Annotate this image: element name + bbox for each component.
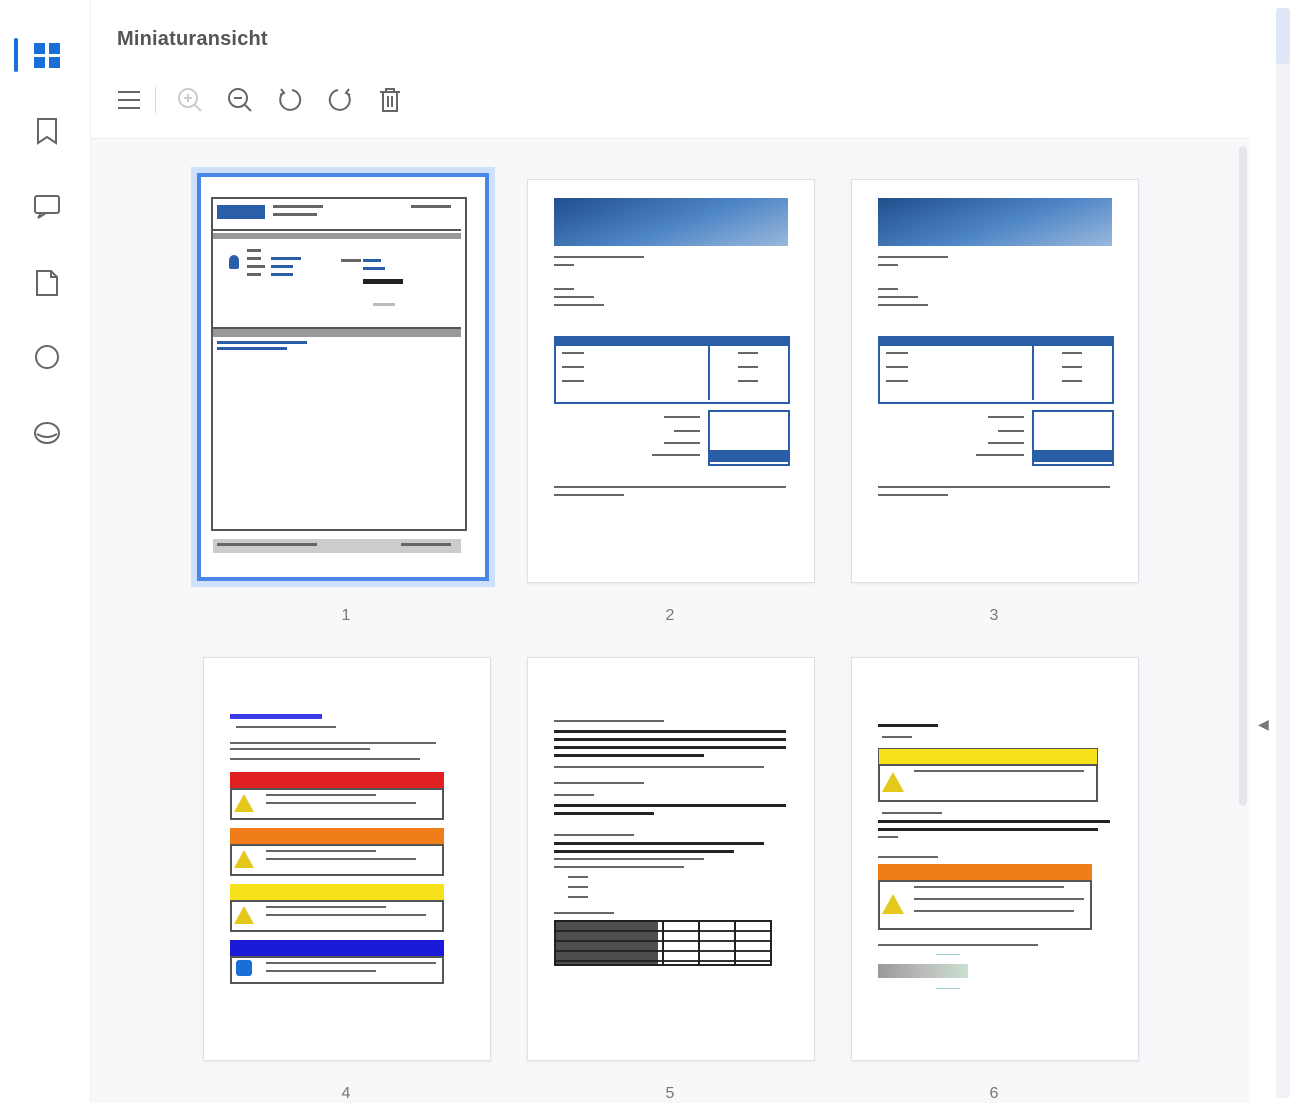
sidebar-rail (0, 0, 90, 1102)
bookmark-icon[interactable] (28, 112, 66, 150)
logo-block (217, 205, 265, 219)
thumbnails-icon[interactable] (14, 36, 66, 74)
rotate-left-icon[interactable] (272, 82, 308, 118)
comment-icon[interactable] (28, 188, 66, 226)
page-number: 5 (665, 1085, 675, 1102)
signature-icon[interactable] (28, 414, 66, 452)
layers-icon[interactable] (28, 338, 66, 376)
warning-icon (234, 906, 254, 924)
collapse-panel-icon[interactable]: ◀ (1258, 716, 1269, 733)
warning-icon (234, 850, 254, 868)
notice-banner (230, 940, 444, 956)
page-number: 4 (341, 1085, 351, 1102)
page-preview (203, 657, 491, 1061)
page-preview (527, 179, 815, 583)
header-banner (878, 198, 1112, 246)
warning-icon (234, 794, 254, 812)
page-number: 6 (989, 1085, 999, 1102)
form-frame (211, 197, 467, 531)
grid-scrollbar[interactable] (1239, 146, 1247, 806)
scrollbar-thumb[interactable] (1276, 8, 1290, 64)
panel-scrollbar[interactable] (1276, 8, 1290, 1098)
warning-banner (878, 864, 1092, 880)
table (554, 336, 790, 404)
panel-title: Miniaturansicht (117, 28, 268, 50)
warning-icon (882, 894, 904, 914)
diagram-bar (878, 964, 968, 978)
delete-icon[interactable] (372, 82, 408, 118)
page-number: 3 (989, 607, 999, 624)
rotate-right-icon[interactable] (322, 82, 358, 118)
page-preview (197, 173, 489, 581)
thumbnail-panel: Miniaturansicht 1 2 3 4 5 6 (90, 0, 1249, 1103)
page-preview (851, 657, 1139, 1061)
table (878, 336, 1114, 404)
menu-icon[interactable] (111, 82, 147, 118)
danger-banner (230, 772, 444, 788)
attachment-icon[interactable] (28, 264, 66, 302)
page-number: 2 (665, 607, 675, 624)
thumbnail-grid: 1 2 3 4 5 6 (91, 138, 1249, 1103)
caution-banner (230, 884, 444, 900)
info-icon (236, 960, 252, 976)
header-banner (554, 198, 788, 246)
zoom-out-icon[interactable] (222, 82, 258, 118)
zoom-in-icon[interactable] (172, 82, 208, 118)
toolbar-separator (155, 87, 156, 113)
page-preview (851, 179, 1139, 583)
thumbnail-toolbar (111, 82, 422, 118)
page-number: 1 (341, 607, 351, 624)
warning-banner (230, 828, 444, 844)
page-preview (527, 657, 815, 1061)
warning-icon (882, 772, 904, 792)
